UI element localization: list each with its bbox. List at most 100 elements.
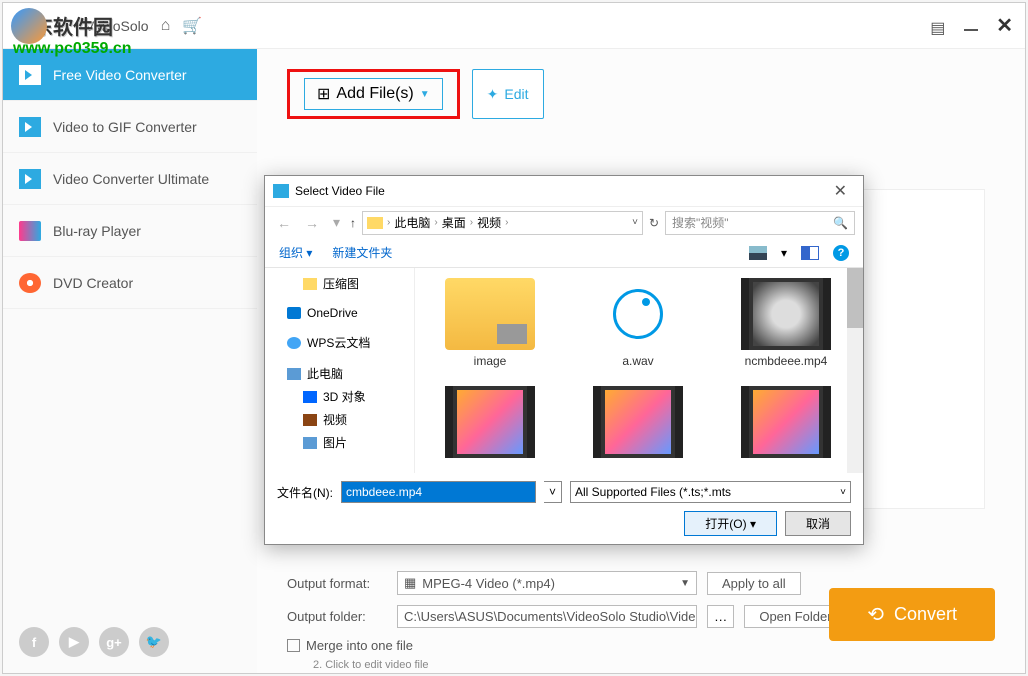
browse-button[interactable]: … <box>707 605 734 628</box>
output-format-label: Output format: <box>287 576 387 591</box>
apply-all-button[interactable]: Apply to all <box>707 572 801 595</box>
cart-icon[interactable]: 🛒 <box>182 16 202 36</box>
file-grid: image a.wav ncmbdeee.mp4 <box>415 268 863 473</box>
up-icon[interactable]: ↑ <box>350 216 356 230</box>
output-folder-path[interactable]: C:\Users\ASUS\Documents\VideoSolo Studio… <box>397 605 697 628</box>
tree-item-pictures[interactable]: 图片 <box>265 431 414 454</box>
dialog-close-icon[interactable]: ✕ <box>826 181 855 201</box>
sidebar-item-ultimate[interactable]: Video Converter Ultimate <box>3 153 257 205</box>
tree-item-videos[interactable]: 视频 <box>265 408 414 431</box>
edit-label: Edit <box>504 86 528 102</box>
format-icon: ▦ <box>404 575 416 591</box>
organize-button[interactable]: 组织 ▾ <box>279 244 312 261</box>
filename-dropdown-icon[interactable]: ˅ <box>544 481 562 503</box>
tree-item-wps[interactable]: WPS云文档 <box>265 331 414 354</box>
search-icon: 🔍 <box>833 216 848 230</box>
folder-thumb <box>445 278 535 350</box>
video-thumb <box>741 278 831 350</box>
file-item-video[interactable]: ncmbdeee.mp4 <box>721 278 851 368</box>
chevron-down-icon: ▼ <box>680 578 690 589</box>
breadcrumb-sep: › <box>387 217 390 228</box>
video-thumb <box>741 386 831 458</box>
chevron-down-icon[interactable]: ˅ <box>632 217 638 228</box>
tree-item-onedrive[interactable]: OneDrive <box>265 303 414 323</box>
sidebar-item-bluray[interactable]: Blu-ray Player <box>3 205 257 257</box>
tree-item-3d[interactable]: 3D 对象 <box>265 385 414 408</box>
dialog-toolbar: 组织 ▾ 新建文件夹 ▾ ? <box>265 238 863 268</box>
view-dropdown-icon[interactable]: ▾ <box>781 246 787 260</box>
preview-pane-icon[interactable] <box>801 246 819 260</box>
file-item-video[interactable] <box>425 386 555 462</box>
audio-thumb <box>593 278 683 350</box>
sidebar-item-gif[interactable]: Video to GIF Converter <box>3 101 257 153</box>
dialog-app-icon <box>273 184 289 198</box>
pc-icon <box>287 368 301 380</box>
breadcrumb-sep: › <box>470 217 473 228</box>
dialog-body: 压缩图 OneDrive WPS云文档 此电脑 3D 对象 视频 图片 imag… <box>265 268 863 473</box>
toolbar-right: ▾ ? <box>749 245 849 261</box>
hint-text: 2. Click to edit video file <box>313 659 429 671</box>
merge-checkbox[interactable] <box>287 639 300 652</box>
breadcrumb-item[interactable]: 视频 <box>477 214 501 231</box>
minimize-icon[interactable] <box>964 29 978 31</box>
breadcrumb[interactable]: › 此电脑 › 桌面 › 视频 › ˅ <box>362 211 643 235</box>
breadcrumb-sep: › <box>505 217 508 228</box>
sidebar-item-dvd[interactable]: DVD Creator <box>3 257 257 309</box>
convert-icon: ⟲ <box>867 602 884 627</box>
sidebar-item-free-converter[interactable]: Free Video Converter <box>3 49 257 101</box>
video-thumb <box>593 386 683 458</box>
tree-item[interactable]: 压缩图 <box>265 272 414 295</box>
ultimate-icon <box>19 169 41 189</box>
sidebar-footer: f ▶ g+ 🐦 <box>3 611 257 673</box>
search-input[interactable]: 搜索"视频" 🔍 <box>665 211 855 235</box>
forward-icon[interactable]: → <box>301 213 323 233</box>
add-file-button[interactable]: ⊞ Add File(s) ▼ <box>304 78 443 110</box>
file-item-video[interactable] <box>573 386 703 462</box>
filename-row: 文件名(N): cmbdeee.mp4 ˅ All Supported File… <box>277 481 851 503</box>
gif-icon <box>19 117 41 137</box>
cancel-button[interactable]: 取消 <box>785 511 851 536</box>
back-icon[interactable]: ← <box>273 213 295 233</box>
star-icon: ✦ <box>487 86 499 103</box>
tree-item-thispc[interactable]: 此电脑 <box>265 362 414 385</box>
twitter-icon[interactable]: 🐦 <box>139 627 169 657</box>
search-placeholder: 搜索"视频" <box>672 214 729 231</box>
video-folder-icon <box>303 414 317 426</box>
scrollbar-thumb[interactable] <box>847 268 863 328</box>
googleplus-icon[interactable]: g+ <box>99 627 129 657</box>
home-icon[interactable]: ⌂ <box>161 17 171 35</box>
file-label: image <box>474 354 507 368</box>
help-icon[interactable]: ? <box>833 245 849 261</box>
add-file-icon: ⊞ <box>317 84 330 104</box>
view-icon[interactable] <box>749 246 767 260</box>
sidebar-item-label: Video Converter Ultimate <box>53 171 209 187</box>
file-item-audio[interactable]: a.wav <box>573 278 703 368</box>
filename-input[interactable]: cmbdeee.mp4 <box>341 481 536 503</box>
recent-dropdown-icon[interactable]: ▾ <box>329 212 344 233</box>
cloud-icon <box>287 337 301 349</box>
breadcrumb-item[interactable]: 桌面 <box>442 214 466 231</box>
open-button[interactable]: 打开(O) ▾ <box>684 511 777 536</box>
filetype-select[interactable]: All Supported Files (*.ts;*.mts ˅ <box>570 481 851 503</box>
breadcrumb-item[interactable]: 此电脑 <box>394 214 430 231</box>
output-format-select[interactable]: ▦ MPEG-4 Video (*.mp4) ▼ <box>397 571 697 595</box>
scrollbar[interactable] <box>847 268 863 473</box>
file-item-video[interactable] <box>721 386 851 462</box>
tree-panel: 压缩图 OneDrive WPS云文档 此电脑 3D 对象 视频 图片 <box>265 268 415 473</box>
new-folder-button[interactable]: 新建文件夹 <box>332 244 392 261</box>
sidebar: Free Video Converter Video to GIF Conver… <box>3 49 257 673</box>
edit-button[interactable]: ✦ Edit <box>472 69 544 119</box>
convert-button[interactable]: ⟲ Convert <box>829 588 995 641</box>
file-item-folder[interactable]: image <box>425 278 555 368</box>
menu-icon[interactable]: ▤ <box>930 18 946 34</box>
3d-icon <box>303 391 317 403</box>
refresh-icon[interactable]: ↻ <box>649 216 659 230</box>
chevron-down-icon: ˅ <box>840 487 846 498</box>
close-icon[interactable]: ✕ <box>996 13 1013 38</box>
chevron-down-icon[interactable]: ▼ <box>420 89 430 100</box>
merge-label: Merge into one file <box>306 638 413 653</box>
sidebar-item-label: Video to GIF Converter <box>53 119 197 135</box>
facebook-icon[interactable]: f <box>19 627 49 657</box>
youtube-icon[interactable]: ▶ <box>59 627 89 657</box>
dialog-title: Select Video File <box>295 184 385 198</box>
